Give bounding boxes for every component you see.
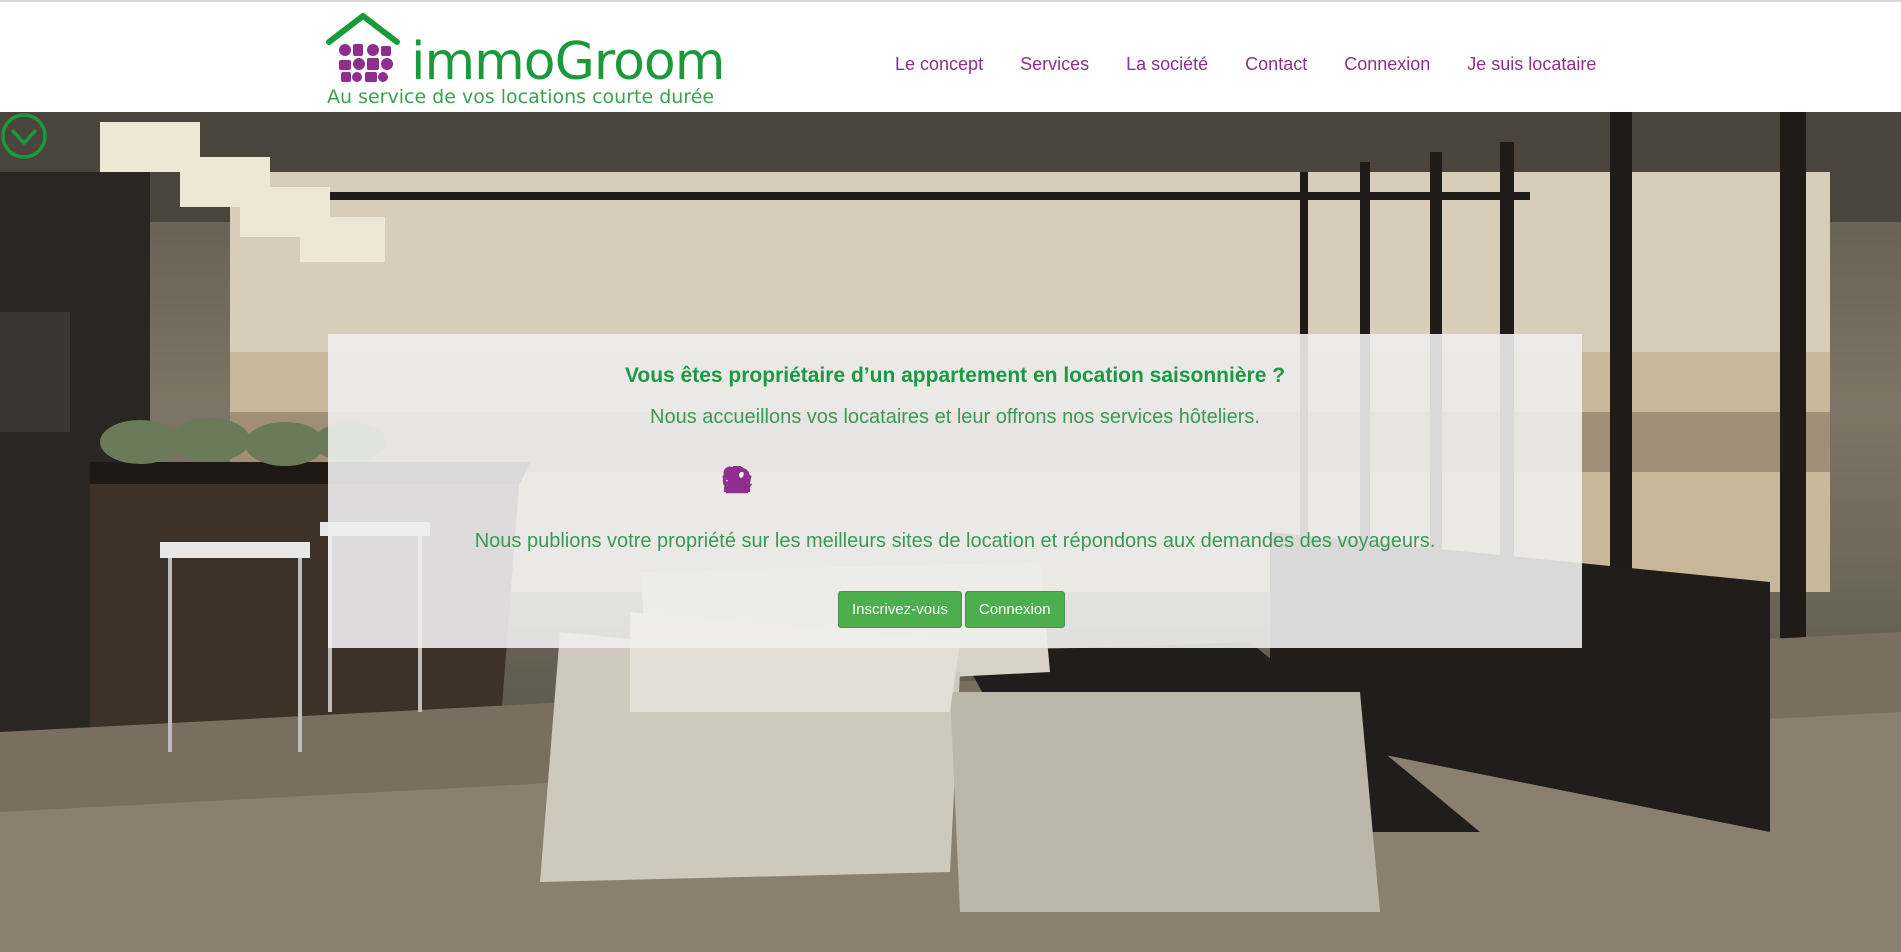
brand-tagline: Au service de vos locations courte durée [327,86,715,108]
login-button[interactable]: Connexion [964,591,1065,628]
hero-subtitle: Nous accueillons vos locataires et leur … [650,406,1260,428]
publish-text: Nous publions votre propriété sur les me… [474,530,1436,552]
brand-name-rest: mmoGroom [424,32,725,92]
wifi-icon [723,465,791,495]
site-logo[interactable]: immoGroom Au service de vos locations co… [325,12,725,110]
repair-icon [724,465,1142,495]
nav-services[interactable]: Services [1020,54,1089,75]
payment-icon: $ [722,465,1064,495]
airplane-icon [725,465,986,495]
hospitality-icon [724,465,1181,495]
hero-section: Vous êtes propriétaire d’un appartement … [0,112,1901,952]
basket-icon [722,465,869,495]
nav-connexion[interactable]: Connexion [1344,54,1430,75]
main-nav: Le concept Services La société Contact C… [895,54,1633,75]
broom-icon [726,465,1103,495]
keys-icon [723,465,830,495]
nav-le-concept[interactable]: Le concept [895,54,983,75]
nav-je-suis-locataire[interactable]: Je suis locataire [1467,54,1596,75]
house-logo-icon [326,13,400,82]
hero-actions: Inscrivez-vous Connexion [838,591,1065,628]
luggage-icon [728,465,947,495]
signup-button[interactable]: Inscrivez-vous [838,591,962,628]
site-header: immoGroom Au service de vos locations co… [0,2,1901,112]
nav-contact[interactable]: Contact [1245,54,1307,75]
brand-name: immoGroom [411,32,725,92]
concierge-icon [726,465,1025,495]
hero-question: Vous êtes propriétaire d’un appartement … [624,364,1286,387]
brand-name-prefix: i [411,32,425,92]
nav-la-societe[interactable]: La société [1126,54,1208,75]
hero-panel: Vous êtes propriétaire d’un appartement … [328,334,1582,648]
cleaning-icon [730,465,908,495]
scroll-down-icon[interactable] [0,112,48,160]
service-icons: $ [722,465,1181,495]
